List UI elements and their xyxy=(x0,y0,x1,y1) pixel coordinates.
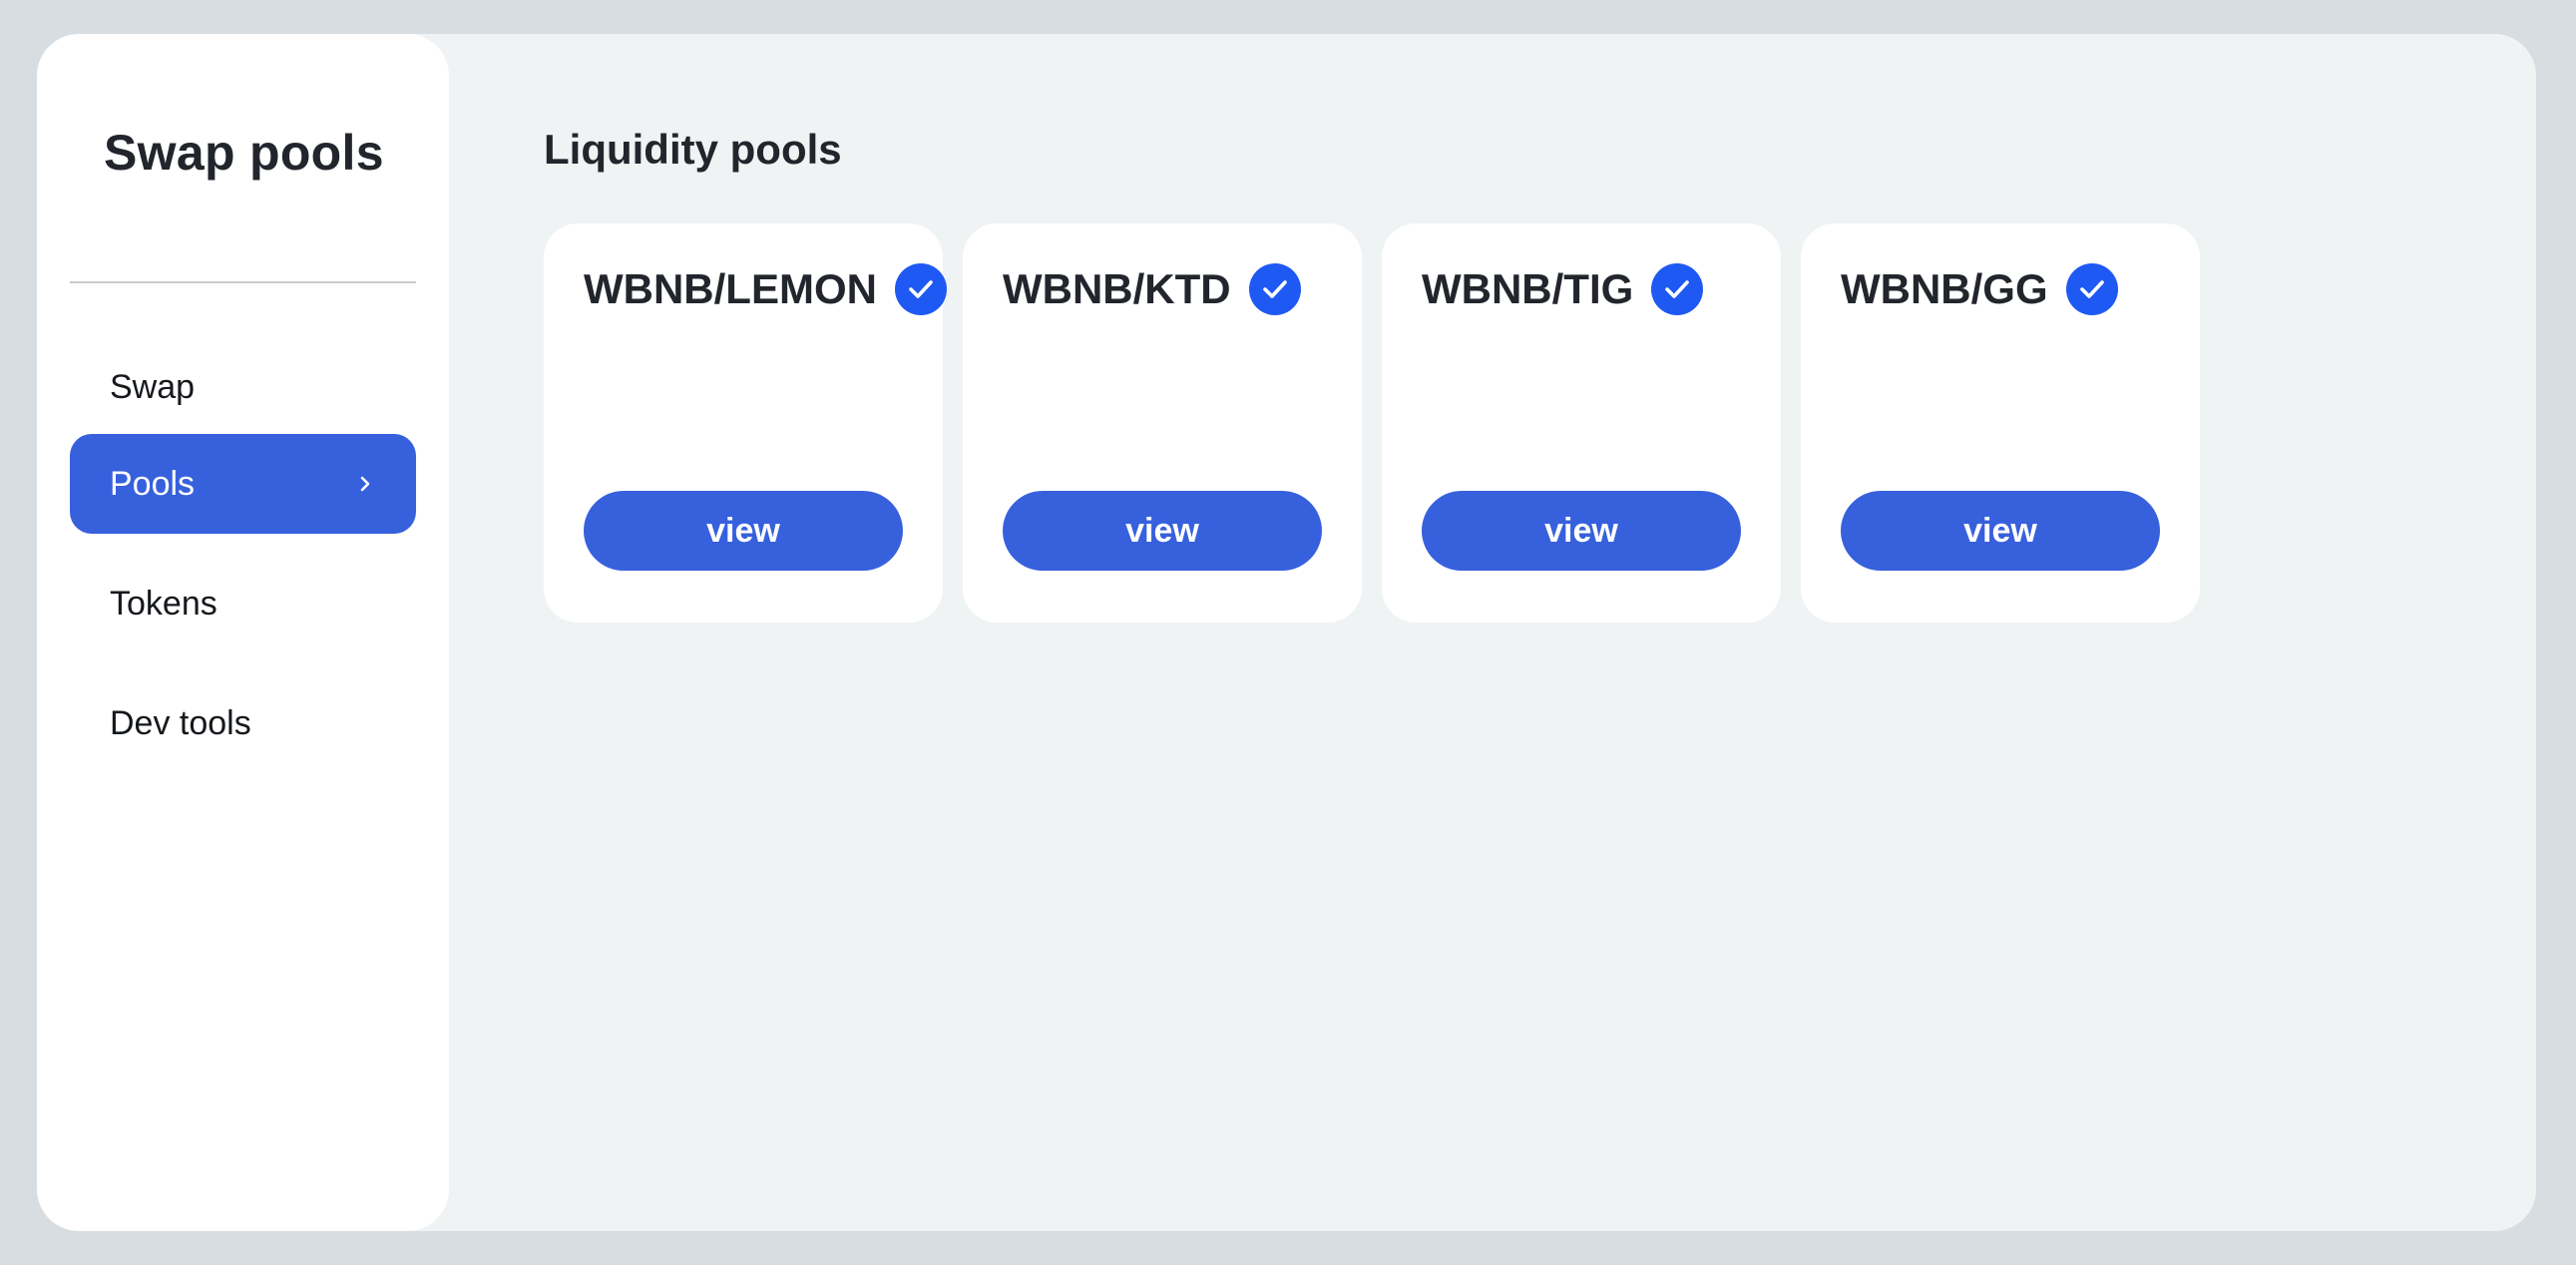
app-title: Swap pools xyxy=(104,125,384,181)
pool-pair-name: WBNB/TIG xyxy=(1422,265,1634,312)
sidebar-item-dev-tools[interactable]: Dev tools xyxy=(70,673,416,773)
pool-card-wbnb-ktd: WBNB/KTD view xyxy=(963,223,1362,623)
pool-card-wbnb-tig: WBNB/TIG view xyxy=(1382,223,1781,623)
sidebar-divider xyxy=(70,281,416,283)
sidebar-item-label: Swap xyxy=(110,367,196,406)
check-circle-icon xyxy=(894,263,947,315)
view-pool-button[interactable]: view xyxy=(584,491,903,571)
check-circle-icon xyxy=(1651,263,1704,315)
check-circle-icon xyxy=(2065,263,2118,315)
pool-pair-name: WBNB/LEMON xyxy=(584,265,877,312)
page-title: Liquidity pools xyxy=(544,126,842,173)
chevron-right-icon xyxy=(360,476,370,492)
sidebar-item-swap[interactable]: Swap xyxy=(70,337,416,437)
view-pool-button[interactable]: view xyxy=(1841,491,2160,571)
sidebar: Swap pools Swap Pools Tokens Dev tools xyxy=(37,34,449,1231)
sidebar-item-label: Tokens xyxy=(110,584,217,623)
pool-pair-name: WBNB/GG xyxy=(1841,265,2048,312)
sidebar-item-label: Pools xyxy=(110,464,196,503)
sidebar-item-tokens[interactable]: Tokens xyxy=(70,554,416,653)
app-window: Swap pools Swap Pools Tokens Dev tools L… xyxy=(37,34,2536,1231)
sidebar-item-label: Dev tools xyxy=(110,703,251,742)
view-pool-button[interactable]: view xyxy=(1422,491,1741,571)
pool-card-header: WBNB/LEMON xyxy=(584,263,947,315)
pool-card-wbnb-gg: WBNB/GG view xyxy=(1801,223,2200,623)
pool-card-header: WBNB/GG xyxy=(1841,263,2118,315)
check-circle-icon xyxy=(1248,263,1301,315)
pool-card-wbnb-lemon: WBNB/LEMON view xyxy=(544,223,947,623)
pool-pair-name: WBNB/KTD xyxy=(1003,265,1231,312)
pool-card-header: WBNB/TIG xyxy=(1422,263,1704,315)
sidebar-item-pools[interactable]: Pools xyxy=(70,434,416,534)
view-pool-button[interactable]: view xyxy=(1003,491,1322,571)
pool-card-header: WBNB/KTD xyxy=(1003,263,1301,315)
